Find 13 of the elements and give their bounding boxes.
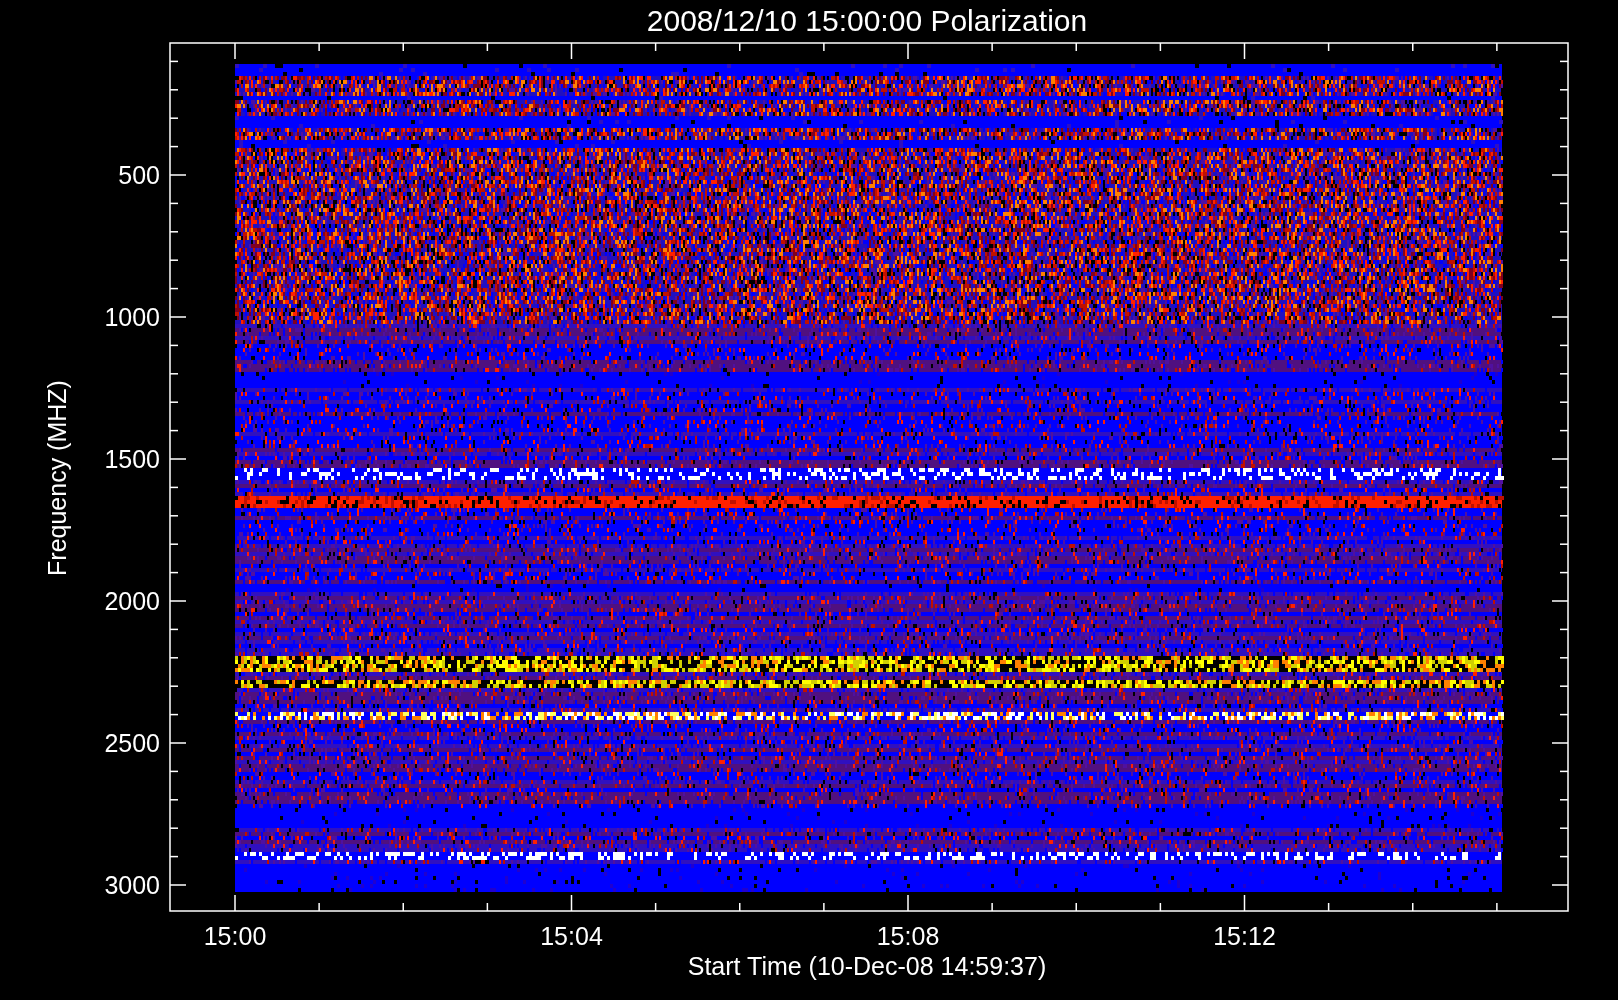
y-tick-label: 1000 [104,303,160,331]
x-axis-label: Start Time (10-Dec-08 14:59:37) [687,952,1047,980]
y-tick-label: 3000 [104,871,160,899]
x-tick-label: 15:08 [876,922,940,950]
y-tick-label: 1500 [104,445,160,473]
x-tick-label: 15:04 [540,922,603,950]
x-tick-label: 15:12 [1213,922,1276,950]
y-axis-label: Frequency (MHZ) [43,380,71,576]
chart-title: 2008/12/10 15:00:00 Polarization [646,4,1088,37]
x-tick-label: 15:00 [203,922,267,950]
y-tick-label: 2500 [104,729,160,757]
y-tick-label: 2000 [104,587,160,615]
y-tick-label: 500 [118,161,160,189]
